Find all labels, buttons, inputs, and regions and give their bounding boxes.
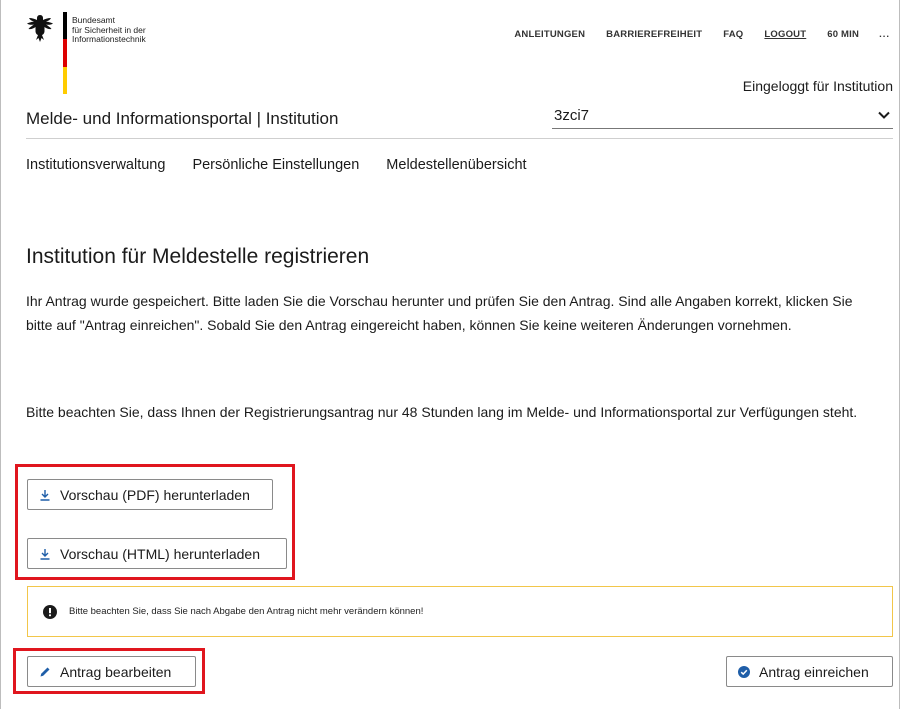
nav-item-institution-management[interactable]: Institutionsverwaltung xyxy=(26,157,165,173)
faq-link[interactable]: FAQ xyxy=(723,29,743,40)
main-navigation: Institutionsverwaltung Persönliche Einst… xyxy=(26,157,554,173)
submit-application-label: Antrag einreichen xyxy=(759,663,869,680)
page-title: Institution für Meldestelle registrieren xyxy=(26,245,370,268)
institution-select[interactable]: 3zci7 xyxy=(552,102,893,129)
download-html-label: Vorschau (HTML) herunterladen xyxy=(60,545,260,562)
check-circle-icon xyxy=(738,665,750,678)
edit-application-label: Antrag bearbeiten xyxy=(60,663,172,680)
institution-select-value: 3zci7 xyxy=(554,106,590,124)
top-navigation: ANLEITUNGEN BARRIEREFREIHEIT FAQ LOGOUT … xyxy=(493,29,890,40)
session-timer: 60 MIN xyxy=(827,29,860,40)
accessibility-link[interactable]: BARRIEREFREIHEIT xyxy=(606,29,702,40)
download-pdf-label: Vorschau (PDF) herunterladen xyxy=(60,486,250,503)
more-menu-button[interactable]: ... xyxy=(879,29,890,40)
instructions-link[interactable]: ANLEITUNGEN xyxy=(514,29,585,40)
info-paragraph: Ihr Antrag wurde gespeichert. Bitte lade… xyxy=(26,293,853,333)
download-icon xyxy=(40,489,50,501)
availability-paragraph: Bitte beachten Sie, dass Ihnen der Regis… xyxy=(26,404,858,420)
flag-bar xyxy=(63,12,67,94)
logo-line: Informationstechnik xyxy=(72,34,146,44)
logout-link[interactable]: LOGOUT xyxy=(764,29,806,40)
warning-notice-text: Bitte beachten Sie, dass Sie nach Abgabe… xyxy=(69,606,424,617)
exclamation-circle-icon xyxy=(43,604,57,619)
submit-application-button[interactable]: Antrag einreichen xyxy=(726,656,893,687)
warning-notice: Bitte beachten Sie, dass Sie nach Abgabe… xyxy=(27,586,893,637)
logo-text: Bundesamt für Sicherheit in der Informat… xyxy=(72,15,146,45)
download-html-preview-button[interactable]: Vorschau (HTML) herunterladen xyxy=(27,538,287,569)
header-divider xyxy=(26,138,893,139)
download-icon xyxy=(40,548,50,560)
pencil-icon xyxy=(40,667,50,676)
bsi-logo[interactable]: Bundesamt für Sicherheit in der Informat… xyxy=(26,12,146,94)
portal-title: Melde- und Informationsportal | Institut… xyxy=(26,109,339,128)
edit-application-button[interactable]: Antrag bearbeiten xyxy=(27,656,196,687)
nav-item-reporting-offices[interactable]: Meldestellenübersicht xyxy=(386,157,526,173)
logged-in-label: Eingeloggt für Institution xyxy=(742,78,893,94)
federal-eagle-icon xyxy=(27,15,53,42)
chevron-down-icon xyxy=(878,111,890,119)
download-pdf-preview-button[interactable]: Vorschau (PDF) herunterladen xyxy=(27,479,273,510)
nav-item-personal-settings[interactable]: Persönliche Einstellungen xyxy=(192,157,359,173)
